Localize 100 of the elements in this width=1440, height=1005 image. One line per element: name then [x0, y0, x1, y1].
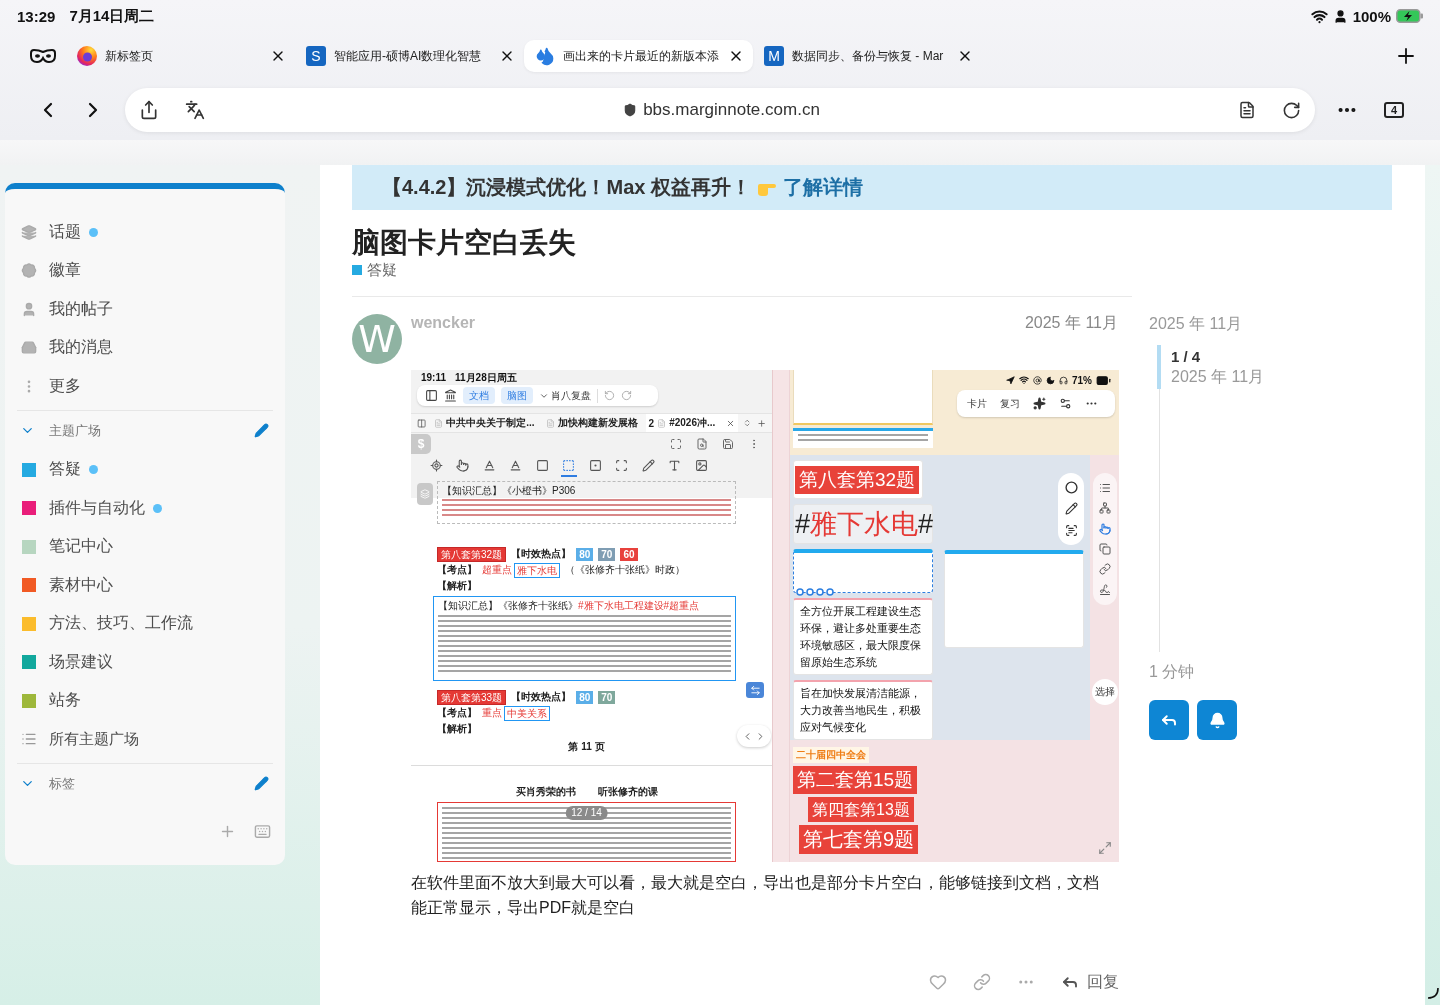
pointer-icon[interactable]: [1098, 522, 1111, 535]
shield-icon: [623, 103, 638, 117]
page-header-text: 买肖秀荣的书: [515, 785, 576, 799]
status-time: 19:11: [421, 372, 447, 384]
sidebar-item[interactable]: 更多: [5, 367, 81, 406]
link-icon[interactable]: [1098, 563, 1111, 576]
mindmap-node[interactable]: 第七套第9题: [799, 825, 919, 854]
category-item[interactable]: 场景建议: [5, 643, 113, 682]
category-item[interactable]: 答疑: [5, 450, 98, 489]
file-search-icon[interactable]: [696, 438, 708, 451]
library-icon[interactable]: [444, 389, 457, 403]
category-item[interactable]: 插件与自动化: [5, 489, 162, 528]
importance-label: 超重点: [482, 563, 512, 577]
list-icon[interactable]: [1098, 482, 1111, 495]
page-counter: 12 / 14: [565, 806, 608, 820]
status-time: 13:29: [17, 7, 56, 25]
section-toggle[interactable]: 主题广场: [5, 421, 101, 440]
page-label: 第 11 页: [567, 740, 606, 754]
analysis-label: 【解析】: [437, 722, 477, 736]
reply-button[interactable]: 回复: [1061, 971, 1119, 993]
sparkle-icon[interactable]: [1033, 397, 1046, 410]
mindmap-node[interactable]: 第二套第15题: [793, 766, 918, 794]
reload-icon[interactable]: [1282, 100, 1301, 120]
plus-icon[interactable]: [756, 417, 766, 429]
document-tab[interactable]: 中共中央关于制定...: [431, 414, 538, 433]
mindmap-icon[interactable]: [1098, 502, 1111, 515]
category-link[interactable]: 答疑: [352, 260, 397, 280]
target-icon: [429, 458, 443, 472]
banner-link[interactable]: 了解详情: [782, 174, 863, 201]
sort-icon[interactable]: [743, 418, 752, 429]
notification-button[interactable]: [1197, 700, 1237, 740]
score-tag: 70: [598, 547, 616, 561]
category-item[interactable]: 笔记中心: [5, 527, 113, 566]
node-label: 第八套第32题: [795, 466, 920, 494]
category-item[interactable]: 方法、技巧、工作流: [5, 604, 193, 643]
circle-icon[interactable]: [1064, 481, 1078, 495]
scan-frame-icon: [615, 458, 628, 472]
timeline-handle[interactable]: 1 / 4 2025 年 11月: [1157, 345, 1389, 389]
reader-icon[interactable]: [1238, 101, 1256, 119]
notebook-dropdown[interactable]: 肖八复盘: [539, 388, 591, 403]
layers-icon: [21, 223, 37, 241]
point-label: 【考点】: [437, 563, 477, 577]
mindmap-node[interactable]: [944, 550, 1084, 648]
swap-button[interactable]: [746, 682, 764, 698]
category-item[interactable]: 站务: [5, 681, 81, 720]
expand-icon[interactable]: [1097, 841, 1112, 855]
site-logo: S: [306, 46, 326, 66]
settings-icon[interactable]: [1059, 397, 1072, 410]
mindmap-node[interactable]: 第四套第13题: [808, 797, 914, 822]
selection-handles-icon: [796, 588, 836, 596]
user-avatar: W: [352, 314, 402, 364]
sidebar-item[interactable]: 所有主题广场: [5, 720, 139, 759]
translate-icon[interactable]: [185, 100, 205, 120]
mode-button[interactable]: 脑图: [501, 387, 533, 405]
share-icon[interactable]: [139, 100, 159, 120]
expand-icon[interactable]: [670, 438, 682, 451]
section-toggle[interactable]: 标签: [5, 774, 75, 793]
text-scan-icon[interactable]: [1064, 523, 1078, 537]
headphones-icon: [1059, 375, 1068, 385]
reply-button[interactable]: [1149, 700, 1189, 740]
signature-icon[interactable]: [1098, 583, 1111, 596]
mindmap-node[interactable]: #雅下水电#: [793, 504, 933, 544]
question-tag: 第八套第33题: [437, 689, 507, 705]
text-color-icon: [482, 458, 496, 472]
pencil-icon[interactable]: [1064, 502, 1078, 516]
sidebar-icon[interactable]: [425, 389, 438, 403]
browser-tab[interactable]: M 数据同步、备份与恢复 - Mar: [753, 40, 982, 72]
mindmap-node[interactable]: 旨在加快发展清洁能源，大力改善当地民生，积极应对气候变化: [793, 680, 933, 740]
toolbar-button[interactable]: 卡片: [967, 396, 987, 411]
split-view-icon[interactable]: [417, 417, 427, 429]
pointer-icon: [456, 458, 469, 472]
mask-icon[interactable]: [30, 49, 56, 63]
mindmap-node[interactable]: 全方位开展工程建设生态环保，避让多处重要生态环境敏感区，最大限度保留原始生态系统: [793, 598, 933, 675]
sidebar-item[interactable]: 话题: [5, 213, 98, 252]
battery-percent: 100%: [1352, 7, 1391, 25]
mindmap-node[interactable]: 第八套第32题: [793, 460, 923, 499]
excerpt-heading: 【知识汇总】《张修齐十张纸》#雅下水电工程建设#超重点: [438, 599, 701, 612]
mindmap-node[interactable]: [793, 549, 933, 593]
spinner-icon: [1426, 987, 1439, 999]
browser-tab[interactable]: 新标签页: [66, 40, 295, 72]
mode-button[interactable]: 文档: [463, 387, 495, 405]
toolbar-button[interactable]: 复习: [1000, 396, 1020, 411]
sidebar-item[interactable]: 我的帖子: [5, 290, 113, 329]
browser-tab[interactable]: 画出来的卡片最近的新版本添: [524, 40, 753, 72]
category-item[interactable]: 素材中心: [5, 566, 113, 605]
select-button[interactable]: 选择: [1091, 679, 1118, 705]
save-icon[interactable]: [722, 438, 734, 451]
sidebar-item[interactable]: 徽章: [5, 251, 81, 290]
wifi-icon: [1310, 7, 1328, 25]
summary-heading: 【知识汇总】《小橙书》P306: [442, 484, 577, 497]
mindmap-node[interactable]: [793, 428, 933, 448]
sidebar-item[interactable]: 我的消息: [5, 328, 113, 367]
browser-tab[interactable]: S 智能应用-硕博AI数理化智慧: [295, 40, 524, 72]
address-bar[interactable]: bbs.marginnote.com.cn: [125, 88, 1315, 132]
document-tab[interactable]: 加快构建新发展格: [542, 414, 641, 433]
banner-text: 【4.4.2】沉浸模式优化！Max 权益再升！: [382, 175, 751, 200]
timeline-date: 1 分钟: [1149, 662, 1196, 682]
copy-icon[interactable]: [1098, 543, 1111, 556]
tab-count-button[interactable]: 4: [1384, 102, 1404, 118]
document-tab[interactable]: 2 #2026冲...: [645, 414, 739, 433]
